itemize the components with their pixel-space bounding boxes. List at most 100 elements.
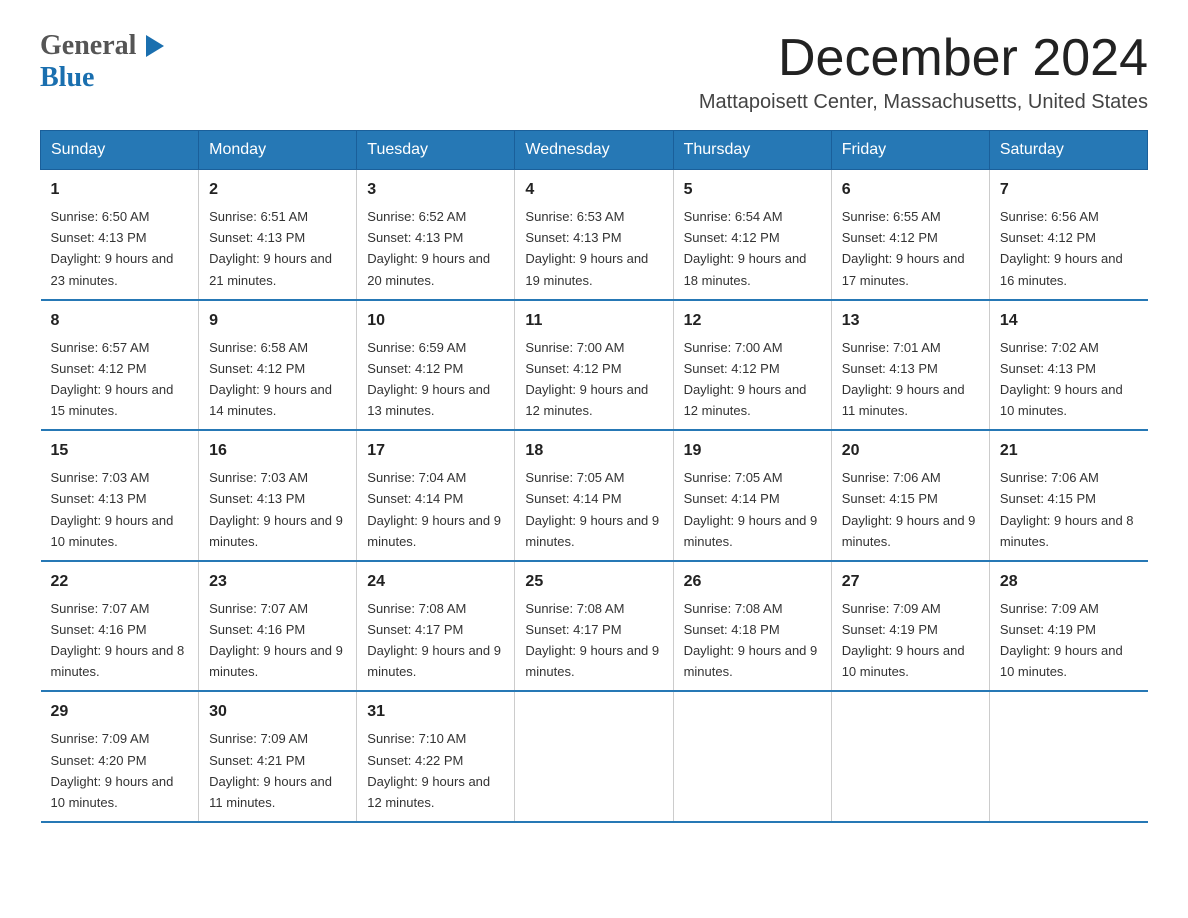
day-of-week-header: Wednesday xyxy=(515,131,673,170)
day-number: 10 xyxy=(367,309,504,333)
calendar-day-cell: 2 Sunrise: 6:51 AMSunset: 4:13 PMDayligh… xyxy=(199,170,357,300)
day-number: 26 xyxy=(684,570,821,594)
calendar-week-row: 1 Sunrise: 6:50 AMSunset: 4:13 PMDayligh… xyxy=(41,170,1148,300)
day-info: Sunrise: 7:06 AMSunset: 4:15 PMDaylight:… xyxy=(842,470,976,548)
day-info: Sunrise: 6:51 AMSunset: 4:13 PMDaylight:… xyxy=(209,209,332,287)
day-info: Sunrise: 6:53 AMSunset: 4:13 PMDaylight:… xyxy=(525,209,648,287)
calendar-day-cell: 7 Sunrise: 6:56 AMSunset: 4:12 PMDayligh… xyxy=(989,170,1147,300)
day-number: 24 xyxy=(367,570,504,594)
day-info: Sunrise: 7:09 AMSunset: 4:19 PMDaylight:… xyxy=(1000,601,1123,679)
page-header: General Blue December 2024 Mattapoisett … xyxy=(40,30,1148,114)
day-number: 21 xyxy=(1000,439,1138,463)
calendar-table: SundayMondayTuesdayWednesdayThursdayFrid… xyxy=(40,130,1148,823)
calendar-day-cell: 29 Sunrise: 7:09 AMSunset: 4:20 PMDaylig… xyxy=(41,691,199,822)
day-info: Sunrise: 7:09 AMSunset: 4:21 PMDaylight:… xyxy=(209,731,332,809)
day-info: Sunrise: 7:07 AMSunset: 4:16 PMDaylight:… xyxy=(209,601,343,679)
day-number: 23 xyxy=(209,570,346,594)
day-info: Sunrise: 7:08 AMSunset: 4:17 PMDaylight:… xyxy=(367,601,501,679)
day-info: Sunrise: 6:58 AMSunset: 4:12 PMDaylight:… xyxy=(209,340,332,418)
calendar-day-cell: 21 Sunrise: 7:06 AMSunset: 4:15 PMDaylig… xyxy=(989,430,1147,561)
day-info: Sunrise: 6:56 AMSunset: 4:12 PMDaylight:… xyxy=(1000,209,1123,287)
calendar-day-cell: 5 Sunrise: 6:54 AMSunset: 4:12 PMDayligh… xyxy=(673,170,831,300)
calendar-day-cell: 1 Sunrise: 6:50 AMSunset: 4:13 PMDayligh… xyxy=(41,170,199,300)
calendar-day-cell: 6 Sunrise: 6:55 AMSunset: 4:12 PMDayligh… xyxy=(831,170,989,300)
day-info: Sunrise: 7:01 AMSunset: 4:13 PMDaylight:… xyxy=(842,340,965,418)
calendar-day-cell xyxy=(515,691,673,822)
calendar-day-cell: 20 Sunrise: 7:06 AMSunset: 4:15 PMDaylig… xyxy=(831,430,989,561)
day-info: Sunrise: 6:50 AMSunset: 4:13 PMDaylight:… xyxy=(51,209,174,287)
calendar-day-cell: 24 Sunrise: 7:08 AMSunset: 4:17 PMDaylig… xyxy=(357,561,515,692)
day-number: 12 xyxy=(684,309,821,333)
day-number: 4 xyxy=(525,178,662,202)
day-of-week-header: Monday xyxy=(199,131,357,170)
day-number: 5 xyxy=(684,178,821,202)
day-info: Sunrise: 7:09 AMSunset: 4:19 PMDaylight:… xyxy=(842,601,965,679)
calendar-day-cell: 30 Sunrise: 7:09 AMSunset: 4:21 PMDaylig… xyxy=(199,691,357,822)
calendar-day-cell: 14 Sunrise: 7:02 AMSunset: 4:13 PMDaylig… xyxy=(989,300,1147,431)
day-info: Sunrise: 7:08 AMSunset: 4:18 PMDaylight:… xyxy=(684,601,818,679)
day-number: 15 xyxy=(51,439,189,463)
calendar-day-cell: 25 Sunrise: 7:08 AMSunset: 4:17 PMDaylig… xyxy=(515,561,673,692)
day-number: 8 xyxy=(51,309,189,333)
day-of-week-header: Saturday xyxy=(989,131,1147,170)
calendar-header-row: SundayMondayTuesdayWednesdayThursdayFrid… xyxy=(41,131,1148,170)
calendar-day-cell: 18 Sunrise: 7:05 AMSunset: 4:14 PMDaylig… xyxy=(515,430,673,561)
day-number: 3 xyxy=(367,178,504,202)
day-number: 25 xyxy=(525,570,662,594)
day-number: 2 xyxy=(209,178,346,202)
day-number: 13 xyxy=(842,309,979,333)
logo: General Blue xyxy=(40,30,168,94)
calendar-day-cell: 8 Sunrise: 6:57 AMSunset: 4:12 PMDayligh… xyxy=(41,300,199,431)
day-number: 17 xyxy=(367,439,504,463)
day-info: Sunrise: 6:54 AMSunset: 4:12 PMDaylight:… xyxy=(684,209,807,287)
day-info: Sunrise: 7:09 AMSunset: 4:20 PMDaylight:… xyxy=(51,731,174,809)
day-info: Sunrise: 7:05 AMSunset: 4:14 PMDaylight:… xyxy=(684,470,818,548)
day-info: Sunrise: 7:03 AMSunset: 4:13 PMDaylight:… xyxy=(209,470,343,548)
day-of-week-header: Friday xyxy=(831,131,989,170)
calendar-day-cell: 19 Sunrise: 7:05 AMSunset: 4:14 PMDaylig… xyxy=(673,430,831,561)
day-info: Sunrise: 7:03 AMSunset: 4:13 PMDaylight:… xyxy=(51,470,174,548)
day-info: Sunrise: 7:04 AMSunset: 4:14 PMDaylight:… xyxy=(367,470,501,548)
day-number: 16 xyxy=(209,439,346,463)
calendar-day-cell xyxy=(831,691,989,822)
day-info: Sunrise: 7:00 AMSunset: 4:12 PMDaylight:… xyxy=(525,340,648,418)
day-number: 29 xyxy=(51,700,189,724)
day-number: 14 xyxy=(1000,309,1138,333)
day-of-week-header: Thursday xyxy=(673,131,831,170)
calendar-day-cell: 26 Sunrise: 7:08 AMSunset: 4:18 PMDaylig… xyxy=(673,561,831,692)
calendar-day-cell: 23 Sunrise: 7:07 AMSunset: 4:16 PMDaylig… xyxy=(199,561,357,692)
day-number: 11 xyxy=(525,309,662,333)
calendar-day-cell: 27 Sunrise: 7:09 AMSunset: 4:19 PMDaylig… xyxy=(831,561,989,692)
calendar-day-cell: 12 Sunrise: 7:00 AMSunset: 4:12 PMDaylig… xyxy=(673,300,831,431)
calendar-week-row: 29 Sunrise: 7:09 AMSunset: 4:20 PMDaylig… xyxy=(41,691,1148,822)
day-info: Sunrise: 7:00 AMSunset: 4:12 PMDaylight:… xyxy=(684,340,807,418)
calendar-day-cell: 11 Sunrise: 7:00 AMSunset: 4:12 PMDaylig… xyxy=(515,300,673,431)
day-number: 7 xyxy=(1000,178,1138,202)
day-number: 30 xyxy=(209,700,346,724)
calendar-day-cell: 9 Sunrise: 6:58 AMSunset: 4:12 PMDayligh… xyxy=(199,300,357,431)
logo-general-text: General xyxy=(40,30,136,62)
calendar-day-cell xyxy=(673,691,831,822)
calendar-day-cell: 17 Sunrise: 7:04 AMSunset: 4:14 PMDaylig… xyxy=(357,430,515,561)
day-number: 20 xyxy=(842,439,979,463)
day-info: Sunrise: 7:02 AMSunset: 4:13 PMDaylight:… xyxy=(1000,340,1123,418)
day-info: Sunrise: 7:08 AMSunset: 4:17 PMDaylight:… xyxy=(525,601,659,679)
day-number: 1 xyxy=(51,178,189,202)
calendar-day-cell: 13 Sunrise: 7:01 AMSunset: 4:13 PMDaylig… xyxy=(831,300,989,431)
location-subtitle: Mattapoisett Center, Massachusetts, Unit… xyxy=(699,91,1148,114)
day-number: 19 xyxy=(684,439,821,463)
calendar-day-cell: 3 Sunrise: 6:52 AMSunset: 4:13 PMDayligh… xyxy=(357,170,515,300)
title-area: December 2024 Mattapoisett Center, Massa… xyxy=(699,30,1148,114)
calendar-day-cell: 10 Sunrise: 6:59 AMSunset: 4:12 PMDaylig… xyxy=(357,300,515,431)
calendar-day-cell: 31 Sunrise: 7:10 AMSunset: 4:22 PMDaylig… xyxy=(357,691,515,822)
month-title: December 2024 xyxy=(699,30,1148,87)
day-info: Sunrise: 7:05 AMSunset: 4:14 PMDaylight:… xyxy=(525,470,659,548)
day-info: Sunrise: 6:55 AMSunset: 4:12 PMDaylight:… xyxy=(842,209,965,287)
calendar-day-cell xyxy=(989,691,1147,822)
calendar-week-row: 8 Sunrise: 6:57 AMSunset: 4:12 PMDayligh… xyxy=(41,300,1148,431)
day-info: Sunrise: 7:07 AMSunset: 4:16 PMDaylight:… xyxy=(51,601,185,679)
calendar-day-cell: 28 Sunrise: 7:09 AMSunset: 4:19 PMDaylig… xyxy=(989,561,1147,692)
logo-blue-text: Blue xyxy=(40,62,94,93)
day-info: Sunrise: 7:06 AMSunset: 4:15 PMDaylight:… xyxy=(1000,470,1134,548)
day-info: Sunrise: 6:57 AMSunset: 4:12 PMDaylight:… xyxy=(51,340,174,418)
